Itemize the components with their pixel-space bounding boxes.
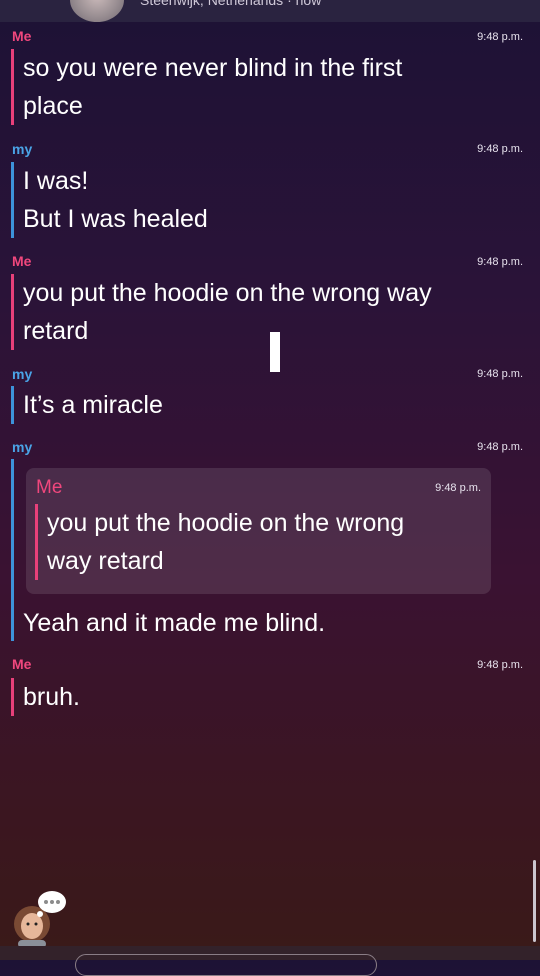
timestamp: 9:48 p.m. <box>477 659 523 671</box>
timestamp: 9:48 p.m. <box>477 256 523 268</box>
quoted-timestamp: 9:48 p.m. <box>435 482 481 494</box>
message-text: I was! But I was healed <box>23 167 208 233</box>
timestamp: 9:48 p.m. <box>477 368 523 380</box>
quoted-sender: Me <box>36 477 63 498</box>
timestamp: 9:48 p.m. <box>477 441 523 453</box>
text-cursor-icon <box>270 332 280 372</box>
sender-label: my <box>12 366 33 382</box>
eye-left <box>26 922 30 926</box>
message-input-field[interactable] <box>75 954 377 976</box>
timestamp: 9:48 p.m. <box>477 31 523 43</box>
sender-label: my <box>12 141 33 157</box>
typing-bubble-icon <box>37 891 66 917</box>
sender-label: my <box>12 439 33 455</box>
message-text: Yeah and it made me blind. <box>23 609 326 637</box>
message-bubble[interactable]: so you were never blind in the first pla… <box>11 49 402 125</box>
chat-input-bar <box>0 946 540 976</box>
sender-label: Me <box>12 28 32 44</box>
sender-label: Me <box>12 253 32 269</box>
message-text: It’s a miracle <box>23 391 163 419</box>
message-text: so you were never blind in the first pla… <box>23 54 403 120</box>
quoted-text: you put the hoodie on the wrong way reta… <box>47 509 405 575</box>
message-text: bruh. <box>23 683 80 711</box>
friend-avatar-top[interactable] <box>70 0 124 22</box>
message-bubble[interactable]: bruh. <box>11 678 80 716</box>
sender-label: Me <box>12 656 32 672</box>
quoted-message[interactable]: Me 9:48 p.m. you put the hoodie on the w… <box>26 468 491 594</box>
message-bubble[interactable]: It’s a miracle <box>11 386 163 424</box>
timestamp: 9:48 p.m. <box>477 143 523 155</box>
message-text: you put the hoodie on the wrong way reta… <box>23 279 432 345</box>
chat-header: Steenwijk, Netherlands · now <box>0 0 540 22</box>
eye-right <box>34 922 38 926</box>
scrollbar[interactable] <box>533 860 536 942</box>
bitmoji-avatar[interactable] <box>10 888 74 948</box>
message-bubble[interactable]: you put the hoodie on the wrong way reta… <box>11 274 432 350</box>
location-status: Steenwijk, Netherlands · now <box>140 0 322 8</box>
message-bubble[interactable]: I was! But I was healed <box>11 162 208 238</box>
quoted-bubble: you put the hoodie on the wrong way reta… <box>35 504 404 580</box>
